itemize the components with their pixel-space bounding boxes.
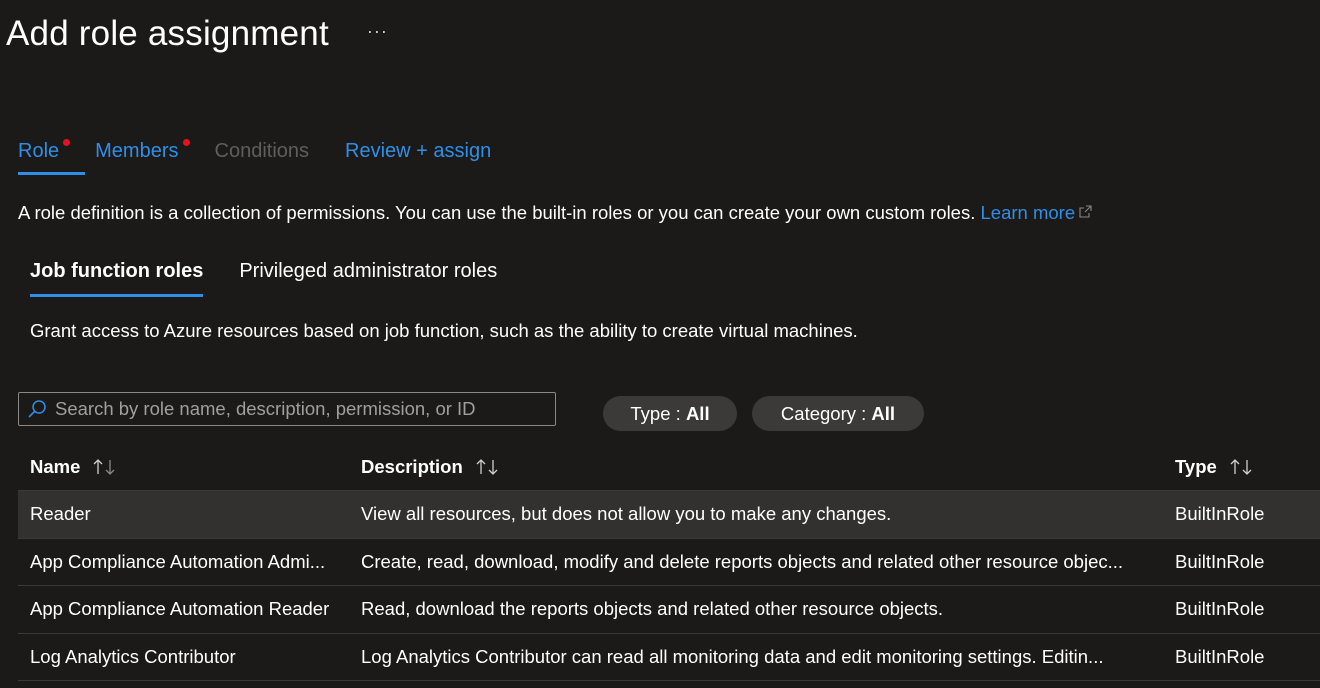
- tab-members-label: Members: [95, 140, 179, 162]
- tab-conditions: Conditions: [215, 140, 310, 175]
- role-type-cell: BuiltInRole: [1175, 645, 1265, 667]
- column-header-name[interactable]: Name: [18, 456, 349, 478]
- sort-icon: [476, 458, 498, 475]
- role-name-cell: Log Analytics Contributor: [30, 645, 236, 667]
- learn-more-label: Learn more: [980, 202, 1076, 223]
- wizard-tabs: Role Members Conditions Review + assign: [18, 139, 527, 175]
- required-indicator: [63, 139, 71, 146]
- role-type-tabs: Job function roles Privileged administra…: [30, 260, 533, 297]
- external-link-icon: [1079, 205, 1092, 218]
- tab-role-label: Role: [18, 140, 60, 162]
- tab-role[interactable]: Role: [18, 139, 86, 175]
- role-definition-intro: A role definition is a collection of per…: [18, 202, 1092, 224]
- role-name-cell: App Compliance Automation Admi...: [30, 550, 326, 572]
- tab-conditions-label: Conditions: [214, 140, 310, 162]
- role-description-cell: Log Analytics Contributor can read all m…: [361, 645, 1104, 667]
- table-row[interactable]: App Compliance Automation Reader Read, d…: [18, 586, 1320, 634]
- type-filter-pill[interactable]: Type : All: [603, 396, 737, 431]
- tab-job-function-roles[interactable]: Job function roles: [30, 260, 204, 297]
- job-function-description: Grant access to Azure resources based on…: [30, 320, 858, 341]
- type-filter-value: All: [685, 402, 710, 424]
- required-indicator: [182, 139, 190, 146]
- role-description-cell: Read, download the reports objects and r…: [361, 598, 944, 620]
- role-type-cell: BuiltInRole: [1175, 598, 1265, 620]
- search-input[interactable]: [55, 398, 555, 420]
- tab-review-assign-label: Review + assign: [345, 140, 492, 162]
- add-role-assignment-page: Add role assignment ··· Role Members Con…: [0, 0, 1320, 688]
- column-header-description[interactable]: Description: [349, 456, 1161, 478]
- tab-members[interactable]: Members: [95, 139, 190, 175]
- ellipsis-icon[interactable]: ···: [367, 21, 388, 42]
- role-description-cell: View all resources, but does not allow y…: [361, 503, 892, 525]
- tab-privileged-administrator-roles[interactable]: Privileged administrator roles: [239, 260, 497, 297]
- column-header-type[interactable]: Type: [1161, 456, 1320, 478]
- table-row[interactable]: App Compliance Automation Admi... Create…: [18, 539, 1320, 586]
- role-search-box[interactable]: [18, 392, 556, 426]
- search-icon: [28, 400, 46, 418]
- type-filter-label: Type :: [630, 402, 686, 424]
- roles-table: Name Description Type Reader View all re…: [18, 443, 1320, 681]
- tab-review-assign[interactable]: Review + assign: [345, 140, 491, 175]
- category-filter-label: Category :: [780, 402, 872, 424]
- role-type-cell: BuiltInRole: [1175, 550, 1265, 572]
- sort-icon: [1230, 458, 1252, 475]
- role-name-cell: Reader: [30, 503, 91, 525]
- table-row[interactable]: Log Analytics Contributor Log Analytics …: [18, 634, 1320, 681]
- column-type-label: Type: [1175, 455, 1217, 477]
- table-header: Name Description Type: [18, 443, 1320, 491]
- learn-more-link[interactable]: Learn more: [981, 202, 1093, 223]
- role-name-cell: App Compliance Automation Reader: [30, 598, 330, 620]
- column-description-label: Description: [361, 455, 463, 477]
- column-name-label: Name: [30, 455, 81, 477]
- role-description-cell: Create, read, download, modify and delet…: [361, 550, 1124, 572]
- category-filter-pill[interactable]: Category : All: [752, 396, 924, 431]
- page-title: Add role assignment: [6, 14, 329, 53]
- sort-icon: [93, 458, 115, 475]
- category-filter-value: All: [871, 402, 896, 424]
- table-row[interactable]: Reader View all resources, but does not …: [18, 491, 1320, 539]
- role-type-cell: BuiltInRole: [1175, 503, 1265, 525]
- intro-text: A role definition is a collection of per…: [18, 202, 981, 223]
- title-bar: Add role assignment ···: [6, 14, 388, 54]
